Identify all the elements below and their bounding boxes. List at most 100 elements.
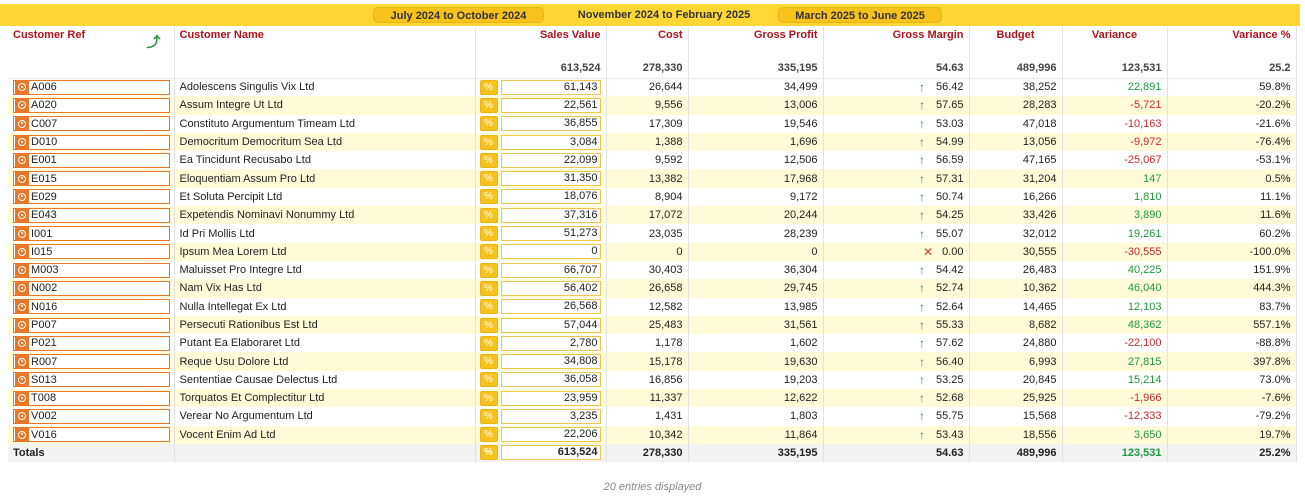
- column-header-sales-value[interactable]: Sales Value: [475, 27, 607, 52]
- column-header-variance[interactable]: Variance: [1062, 27, 1168, 52]
- column-header-customer-name[interactable]: Customer Name: [174, 27, 476, 52]
- sales-value[interactable]: 22,099: [500, 152, 601, 168]
- sales-value[interactable]: 0: [500, 244, 601, 260]
- link-icon[interactable]: %: [479, 354, 498, 370]
- sales-value[interactable]: 57,044: [500, 317, 601, 333]
- customer-ref-link[interactable]: E015: [13, 171, 170, 187]
- link-icon[interactable]: %: [479, 189, 498, 205]
- sales-value[interactable]: 22,206: [500, 427, 601, 443]
- link-icon[interactable]: %: [479, 317, 498, 333]
- table-row[interactable]: P007 Persecuti Rationibus Est Ltd% 57,044 2…: [8, 315, 1297, 335]
- period-button-mar-jun-2025[interactable]: March 2025 to June 2025: [778, 7, 942, 23]
- table-row[interactable]: A006 Adolescens Singulis Vix Ltd% 61,143 26…: [8, 78, 1297, 97]
- link-icon[interactable]: %: [479, 171, 498, 187]
- link-icon[interactable]: %: [479, 280, 498, 296]
- table-row[interactable]: E043 Expetendis Nominavi Nonummy Ltd% 37,3…: [8, 206, 1297, 225]
- customer-ref-link[interactable]: S013: [13, 372, 170, 388]
- customer-ref-link[interactable]: R007: [13, 354, 170, 370]
- period-selector-bar: July 2024 to October 2024 November 2024 …: [0, 4, 1300, 26]
- customer-ref-link[interactable]: E043: [13, 207, 170, 223]
- customer-name: Ea Tincidunt Recusabo Ltd: [174, 151, 476, 170]
- link-icon[interactable]: %: [479, 244, 498, 260]
- table-row[interactable]: C007 Constituto Argumentum Timeam Ltd% 36,…: [8, 114, 1297, 133]
- table-row[interactable]: M003 Maluisset Pro Integre Ltd% 66,707 30,4…: [8, 260, 1297, 280]
- period-button-jul-oct-2024[interactable]: July 2024 to October 2024: [373, 7, 544, 23]
- customer-ref-link[interactable]: C007: [13, 116, 170, 132]
- link-icon[interactable]: %: [479, 134, 498, 150]
- table-row[interactable]: I015 Ipsum Mea Lorem Ltd% 0 0 0 ✕ 0.00 30,555 -3…: [8, 242, 1297, 261]
- column-header-cost[interactable]: Cost: [606, 27, 689, 52]
- table-row[interactable]: V002 Verear No Argumentum Ltd% 3,235 1,431 1…: [8, 407, 1297, 426]
- table-row[interactable]: E001 Ea Tincidunt Recusabo Ltd% 22,099 9,59…: [8, 151, 1297, 170]
- table-row[interactable]: R007 Reque Usu Dolore Ltd% 34,808 15,178 19,…: [8, 352, 1297, 371]
- sort-ascending-icon[interactable]: ⤴: [147, 32, 161, 52]
- column-header-gross-margin[interactable]: Gross Margin: [823, 27, 970, 52]
- customer-ref-link[interactable]: E029: [13, 189, 170, 205]
- table-row[interactable]: E015 Eloquentiam Assum Pro Ltd% 31,350 13,3…: [8, 169, 1297, 188]
- link-icon[interactable]: %: [479, 207, 498, 223]
- sales-value[interactable]: 36,855: [500, 116, 601, 132]
- link-icon[interactable]: %: [479, 226, 498, 242]
- customer-ref-link[interactable]: P007: [13, 317, 170, 333]
- table-row[interactable]: D010 Democritum Democritum Sea Ltd% 3,084 1…: [8, 132, 1297, 152]
- link-icon[interactable]: %: [479, 408, 498, 424]
- customer-ref-link[interactable]: A006: [13, 79, 170, 95]
- customer-ref-link[interactable]: A020: [13, 97, 170, 113]
- link-icon[interactable]: %: [479, 335, 498, 351]
- sales-value[interactable]: 23,959: [500, 390, 601, 406]
- customer-ref-link[interactable]: I001: [13, 226, 170, 242]
- link-icon[interactable]: %: [479, 299, 498, 315]
- table-row[interactable]: S013 Sententiae Causae Delectus Ltd% 36,05…: [8, 370, 1297, 390]
- summary-row: 613,524 278,330 335,195 54.63 489,996 12…: [8, 52, 1297, 79]
- link-icon[interactable]: %: [479, 152, 498, 168]
- period-button-nov-feb-2025[interactable]: November 2024 to February 2025: [566, 7, 762, 23]
- link-icon[interactable]: %: [479, 116, 498, 132]
- sales-value[interactable]: 66,707: [500, 262, 601, 278]
- customer-ref-link[interactable]: V016: [13, 427, 170, 443]
- sales-value[interactable]: 51,273: [500, 226, 601, 242]
- table-row[interactable]: E029 Et Soluta Percipit Ltd% 18,076 8,904 9,…: [8, 187, 1297, 207]
- link-icon[interactable]: %: [479, 427, 498, 443]
- table-row[interactable]: N016 Nulla Intellegat Ex Ltd% 26,568 12,582…: [8, 297, 1297, 316]
- budget: 25,925: [969, 389, 1063, 408]
- arrow-up-icon: ↑: [918, 318, 925, 332]
- sales-value[interactable]: 61,143: [500, 79, 601, 95]
- customer-ref-link[interactable]: P021: [13, 335, 170, 351]
- column-header-customer-ref[interactable]: Customer Ref ⤴: [8, 27, 175, 52]
- sales-value[interactable]: 31,350: [500, 171, 601, 187]
- link-icon[interactable]: %: [479, 445, 498, 461]
- sales-value[interactable]: 3,084: [500, 134, 601, 150]
- customer-ref-link[interactable]: N002: [13, 280, 170, 296]
- table-row[interactable]: T008 Torquatos Et Complectitur Ltd% 23,959…: [8, 389, 1297, 408]
- customer-ref-link[interactable]: N016: [13, 299, 170, 315]
- customer-ref-link[interactable]: M003: [13, 262, 170, 278]
- column-header-variance-pct[interactable]: Variance %: [1167, 27, 1297, 52]
- link-icon[interactable]: %: [479, 97, 498, 113]
- link-icon[interactable]: %: [479, 262, 498, 278]
- table-row[interactable]: I001 Id Pri Mollis Ltd% 51,273 23,035 28,239…: [8, 224, 1297, 243]
- column-header-gross-profit[interactable]: Gross Profit: [688, 27, 824, 52]
- sales-value[interactable]: 2,780: [500, 335, 601, 351]
- table-row[interactable]: A020 Assum Integre Ut Ltd% 22,561 9,556 13,0…: [8, 96, 1297, 115]
- link-icon[interactable]: %: [479, 79, 498, 95]
- customer-ref-link[interactable]: V002: [13, 408, 170, 424]
- link-icon[interactable]: %: [479, 390, 498, 406]
- table-row[interactable]: N002 Nam Vix Has Ltd% 56,402 26,658 29,745 ↑ 5…: [8, 279, 1297, 298]
- sales-value[interactable]: 34,808: [500, 354, 601, 370]
- customer-ref-link[interactable]: T008: [13, 390, 170, 406]
- sales-value[interactable]: 18,076: [500, 189, 601, 205]
- customer-ref-link[interactable]: D010: [13, 134, 170, 150]
- customer-ref-link[interactable]: E001: [13, 152, 170, 168]
- sales-value[interactable]: 26,568: [500, 299, 601, 315]
- gross-profit: 19,546: [688, 114, 824, 133]
- column-header-budget[interactable]: Budget: [969, 27, 1063, 52]
- sales-value[interactable]: 56,402: [500, 280, 601, 296]
- table-row[interactable]: P021 Putant Ea Elaboraret Ltd% 2,780 1,178 1…: [8, 334, 1297, 353]
- link-icon[interactable]: %: [479, 372, 498, 388]
- sales-value[interactable]: 36,058: [500, 372, 601, 388]
- table-row[interactable]: V016 Vocent Enim Ad Ltd% 22,206 10,342 11,86…: [8, 425, 1297, 444]
- sales-value[interactable]: 22,561: [500, 97, 601, 113]
- sales-value[interactable]: 37,316: [500, 207, 601, 223]
- sales-value[interactable]: 3,235: [500, 408, 601, 424]
- customer-ref-link[interactable]: I015: [13, 244, 170, 260]
